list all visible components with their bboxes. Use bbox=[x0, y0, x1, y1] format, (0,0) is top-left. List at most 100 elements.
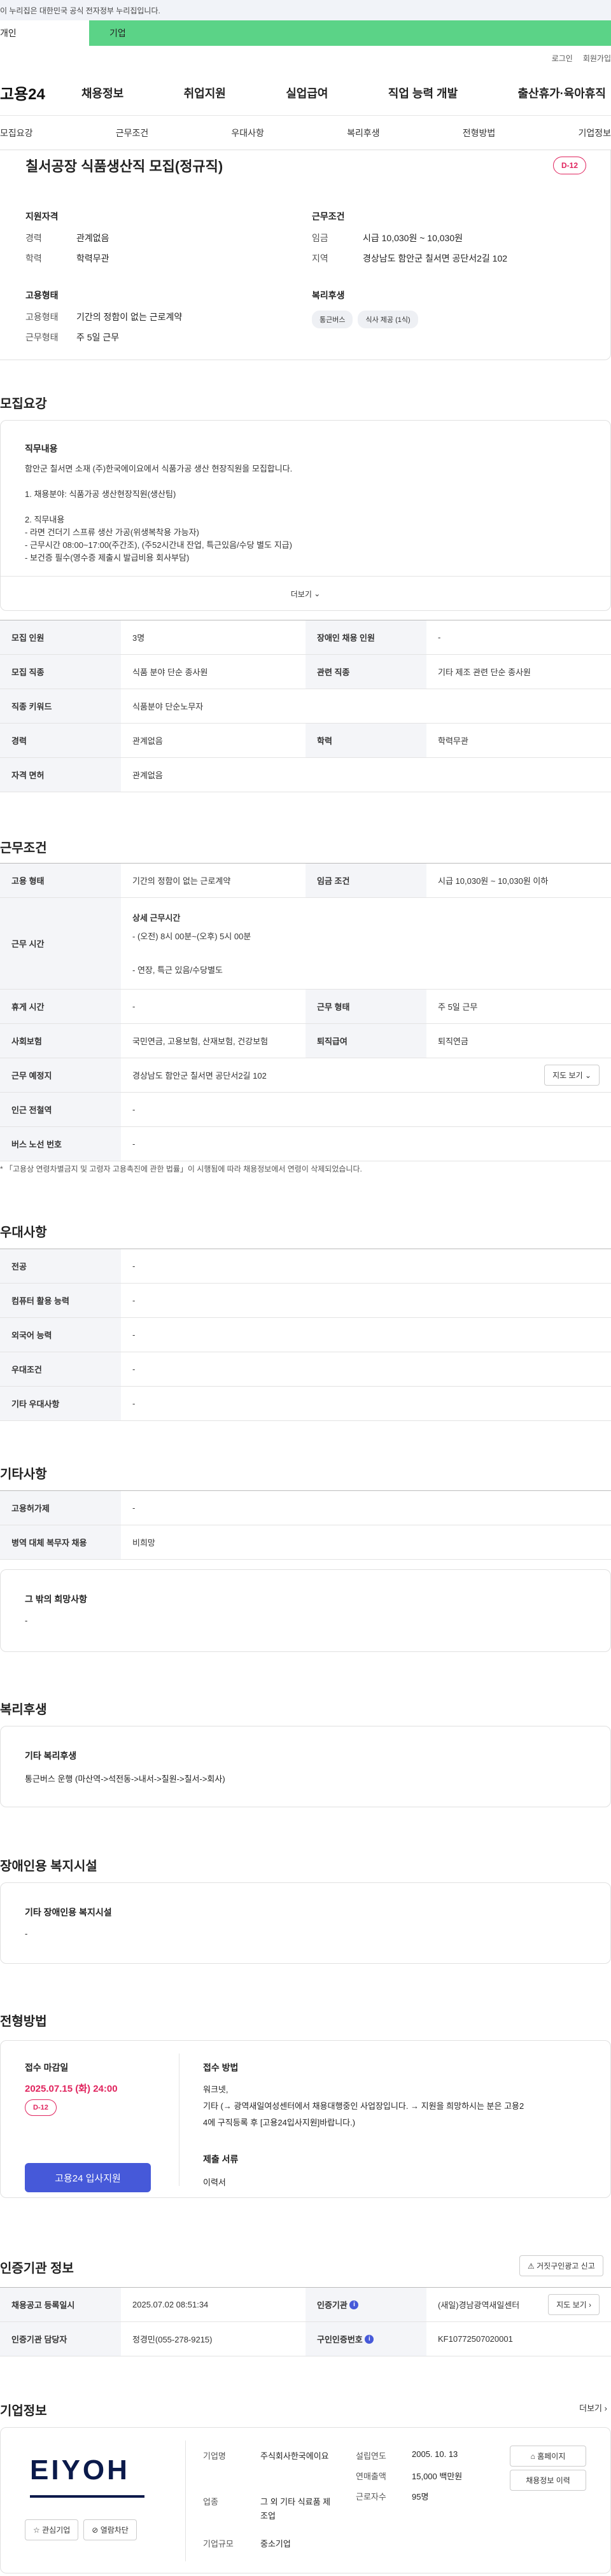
company-actions: ☆ 관심기업 ⊘ 열람차단 bbox=[25, 2519, 137, 2540]
row-header: 직종 키워드 bbox=[0, 689, 121, 723]
table-row: 직종 키워드 식품분야 단순노무자 bbox=[0, 689, 611, 724]
method-line: 4에 구직등록 후 [고용24입사지원]바랍니다.) bbox=[203, 2118, 356, 2127]
row-value: 주 5일 근무 bbox=[438, 1002, 478, 1012]
duty-line: 2. 직무내용 bbox=[25, 515, 65, 524]
row-header: 기타 우대사항 bbox=[0, 1387, 121, 1420]
welfare-section-heading: 복리후생 bbox=[0, 1703, 47, 1717]
row-header: 인근 전철역 bbox=[0, 1093, 121, 1126]
cert-map-button[interactable]: 지도 보기 › bbox=[548, 2294, 600, 2315]
company-logo-underline bbox=[30, 2495, 144, 2498]
selection-heading: 전형방법 bbox=[0, 2015, 47, 2029]
tab-selection[interactable]: 전형방법 bbox=[463, 127, 496, 139]
row-value: - bbox=[132, 1330, 136, 1340]
duty-box: 직무내용 함안군 칠서면 소재 (주)한국에이요에서 식품가공 생산 현장직원을… bbox=[0, 420, 611, 611]
gnb-item[interactable]: 직업 능력 개발 bbox=[383, 85, 463, 101]
wish-box: 그 밖의 희망사항 - bbox=[0, 1569, 611, 1652]
table-row: 인근 전철역 - bbox=[0, 1093, 611, 1127]
cert-org-cell: (새일)경남광역새일센터 지도 보기 › bbox=[426, 2288, 611, 2321]
favorite-company-button[interactable]: ☆ 관심기업 bbox=[25, 2519, 79, 2540]
job-history-button[interactable]: 채용정보 이력 bbox=[510, 2470, 586, 2491]
row-header: 외국어 능력 bbox=[0, 1318, 121, 1352]
gnb-item[interactable]: 채용정보 bbox=[76, 85, 129, 101]
more-button[interactable]: 더보기 ⌄ bbox=[1, 576, 610, 611]
career-label: 경력 bbox=[25, 233, 42, 243]
row-header: 근무 예정지 bbox=[0, 1058, 121, 1092]
favorite-label: 관심기업 bbox=[42, 2526, 71, 2535]
founded-label: 설립연도 bbox=[356, 2451, 386, 2461]
gnb-item[interactable]: 출산휴가·육아휴직 bbox=[513, 85, 611, 101]
qualification-heading: 지원자격 bbox=[25, 211, 59, 221]
company-name-label: 기업명 bbox=[203, 2451, 226, 2461]
tab-preference[interactable]: 우대사항 bbox=[231, 127, 264, 139]
tab-company[interactable]: 기업 bbox=[89, 20, 611, 46]
wish-title: 그 밖의 희망사항 bbox=[25, 1594, 87, 1604]
row-value: 퇴직연금 bbox=[438, 1037, 468, 1046]
row-header: 휴게 시간 bbox=[0, 990, 121, 1023]
login-link[interactable]: 로그인 bbox=[552, 53, 573, 64]
recruit-heading: 모집요강 bbox=[0, 397, 47, 411]
row-value: - bbox=[132, 1002, 136, 1011]
table-row: 근무 예정지 경상남도 함안군 칠서면 공단서2길 102 지도 보기 ⌄ bbox=[0, 1058, 611, 1093]
more-label: 더보기 bbox=[290, 589, 312, 599]
region-value: 경상남도 함안군 칠서면 공단서2길 102 bbox=[363, 253, 508, 263]
info-icon[interactable]: i bbox=[349, 2300, 359, 2309]
tab-recruit[interactable]: 모집요강 bbox=[0, 127, 33, 139]
age-note-text: 「고용상 연령차별금지 및 고령자 고용촉진에 관한 법률」이 시행됨에 따라 … bbox=[5, 1165, 362, 1173]
welfare-chip: 통근버스 bbox=[312, 311, 353, 328]
report-button[interactable]: ⚠ 거짓구인광고 신고 bbox=[519, 2255, 603, 2276]
info-icon[interactable]: i bbox=[365, 2334, 374, 2344]
gnb-item[interactable]: 취업지원 bbox=[179, 85, 231, 101]
size-label: 기업규모 bbox=[203, 2539, 234, 2549]
row-header: 임금 조건 bbox=[306, 864, 426, 897]
tab-personal[interactable]: 개인 bbox=[0, 20, 89, 46]
row-header: 관련 직종 bbox=[306, 655, 426, 689]
job-title: 칠서공장 식품생산직 모집(정규직) bbox=[25, 158, 223, 174]
chevron-down-icon: ⌄ bbox=[584, 1071, 591, 1080]
work-time-line: - (오전) 8시 00분~(오후) 5시 00분 bbox=[132, 932, 251, 941]
cert-table: 채용공고 등록일시 2025.07.02 08:51:34 인증기관 i (새일)경남… bbox=[0, 2287, 611, 2356]
home-icon: ⌂ bbox=[530, 2452, 535, 2461]
disabled-box: 기타 장애인용 복지시설 - bbox=[0, 1882, 611, 1964]
apply-button[interactable]: 고용24 입사지원 bbox=[25, 2163, 151, 2192]
table-row: 병역 대체 복무자 채용 비희망 bbox=[0, 1525, 611, 1560]
employees-value: 95명 bbox=[412, 2492, 429, 2502]
table-row: 경력 관계없음 학력 학력무관 bbox=[0, 724, 611, 758]
block-view-button[interactable]: ⊘ 열람차단 bbox=[83, 2519, 137, 2540]
cert-org-value: (새일)경남광역새일센터 bbox=[438, 2300, 520, 2310]
disabled-box-title: 기타 장애인용 복지시설 bbox=[25, 1907, 112, 1917]
gnb-item[interactable]: 실업급여 bbox=[281, 85, 333, 101]
deadline-dday-badge: D-12 bbox=[25, 2099, 57, 2116]
tab-work[interactable]: 근무조건 bbox=[116, 127, 149, 139]
employees-label: 근로자수 bbox=[356, 2492, 386, 2502]
tab-company[interactable]: 기업정보 bbox=[578, 127, 611, 139]
selection-box: 접수 마감일 2025.07.15 (화) 24:00 D-12 고용24 입사… bbox=[0, 2040, 611, 2198]
section-tabs: 모집요강 근무조건 우대사항 복리후생 전형방법 기업정보 bbox=[0, 116, 611, 150]
table-row: 사회보험 국민연금, 고용보험, 산재보험, 건강보험 퇴직급여 퇴직연금 bbox=[0, 1024, 611, 1058]
row-header: 컴퓨터 활용 능력 bbox=[0, 1284, 121, 1317]
table-row: 채용공고 등록일시 2025.07.02 08:51:34 인증기관 i (새일)경남… bbox=[0, 2288, 611, 2322]
industry-value: 그 외 기타 식료품 제조업 bbox=[260, 2497, 331, 2521]
row-header: 근무 형태 bbox=[306, 990, 426, 1023]
tab-welfare[interactable]: 복리후생 bbox=[347, 127, 380, 139]
row-header: 인증기관 담당자 bbox=[0, 2322, 121, 2356]
map-button[interactable]: 지도 보기 ⌄ bbox=[544, 1065, 600, 1086]
company-more-link[interactable]: 더보기 › bbox=[579, 2402, 607, 2414]
cert-heading: 인증기관 정보 bbox=[0, 2262, 74, 2276]
job-summary-card: 칠서공장 식품생산직 모집(정규직) D-12 지원자격 경력 관계없음 학력 학력… bbox=[0, 150, 611, 360]
row-value: 시급 10,030원 ~ 10,030원 이하 bbox=[438, 876, 549, 886]
edu-label: 학력 bbox=[25, 253, 42, 263]
row-header: 고용 형태 bbox=[0, 864, 121, 897]
utility-links: 로그인 회원가입 bbox=[0, 46, 611, 70]
row-header: 학력 bbox=[306, 724, 426, 757]
signup-link[interactable]: 회원가입 bbox=[583, 53, 611, 64]
career-value: 관계없음 bbox=[76, 233, 109, 243]
duty-line: - 라면 건더기 스프류 생산 가공(위생복착용 가능자) bbox=[25, 528, 199, 537]
table-row: 자격 면허 관계없음 bbox=[0, 758, 611, 792]
location-cell: 경상남도 함안군 칠서면 공단서2길 102 지도 보기 ⌄ bbox=[121, 1058, 611, 1092]
duty-text: 함안군 칠서면 소재 (주)한국에이요에서 식품가공 생산 현장직원을 모집합니… bbox=[25, 463, 585, 564]
company-name-value: 주식회사한국에이요 bbox=[260, 2451, 329, 2461]
divider bbox=[185, 2440, 186, 2561]
site-logo[interactable]: 고용24 bbox=[0, 81, 76, 104]
chevron-down-icon: ⌄ bbox=[314, 589, 321, 598]
homepage-button[interactable]: ⌂ 홈페이지 bbox=[510, 2446, 586, 2467]
